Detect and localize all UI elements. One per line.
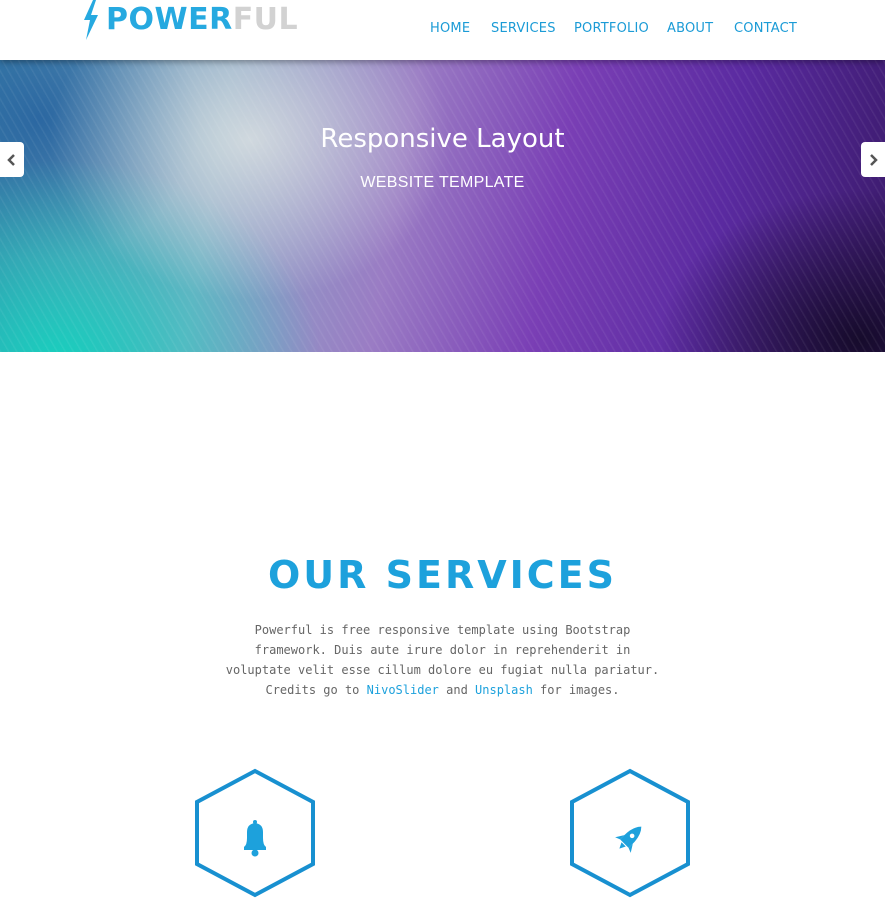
chevron-right-icon bbox=[870, 153, 878, 166]
site-header: POWERFUL HOME SERVICES PORTFOLIO ABOUT C… bbox=[0, 0, 885, 60]
service-hexagon-bell bbox=[194, 768, 316, 898]
services-title: OUR SERVICES bbox=[268, 553, 617, 597]
hero-background bbox=[0, 60, 885, 352]
nav-services[interactable]: SERVICES bbox=[491, 21, 556, 36]
services-desc-text: and bbox=[438, 683, 476, 697]
nivoslider-link[interactable]: NivoSlider bbox=[367, 683, 439, 697]
hero-subtitle: WEBSITE TEMPLATE bbox=[360, 174, 525, 191]
hero-title: Responsive Layout bbox=[320, 124, 565, 154]
hero-slider: Responsive Layout WEBSITE TEMPLATE bbox=[0, 60, 885, 352]
bell-icon bbox=[244, 820, 266, 857]
services-desc-text: for images. bbox=[532, 683, 620, 697]
main-nav: HOME SERVICES PORTFOLIO ABOUT CONTACT bbox=[0, 21, 885, 41]
chevron-left-icon bbox=[7, 153, 15, 166]
nav-contact[interactable]: CONTACT bbox=[734, 21, 797, 36]
unsplash-link[interactable]: Unsplash bbox=[475, 683, 533, 697]
nav-about[interactable]: ABOUT bbox=[667, 21, 713, 36]
slider-prev-button[interactable] bbox=[0, 142, 24, 177]
rocket-icon bbox=[615, 826, 642, 853]
slider-next-button[interactable] bbox=[861, 142, 885, 177]
services-description: Powerful is free responsive template usi… bbox=[222, 620, 663, 700]
service-hexagon-rocket bbox=[569, 768, 691, 898]
nav-home[interactable]: HOME bbox=[430, 21, 470, 36]
nav-portfolio[interactable]: PORTFOLIO bbox=[574, 21, 649, 36]
